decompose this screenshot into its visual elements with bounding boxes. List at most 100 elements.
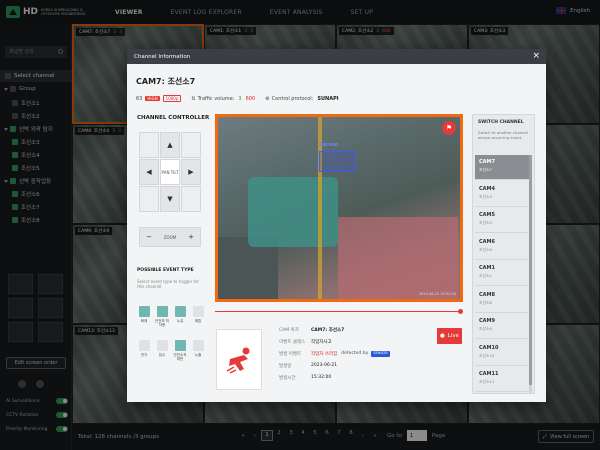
modal-header: Channel Information × (127, 49, 546, 64)
event-info-key: 발생시간 (279, 376, 296, 381)
sensor-badge: SENSOR (371, 351, 390, 357)
switch-channel-name: CAM8 (479, 291, 495, 298)
event-type-icon (192, 306, 204, 317)
live-button[interactable]: ● Live (437, 328, 462, 344)
ptz-down-left-button[interactable] (139, 186, 159, 212)
switch-channel-item[interactable]: CAM9 조선소9 (475, 314, 530, 339)
detected-by-label: detected by (341, 351, 369, 356)
live-label: Live (447, 333, 460, 339)
ptz-down-right-button[interactable] (181, 186, 201, 212)
person-detection-label: Person (319, 142, 339, 148)
zoom-out-button[interactable]: − (140, 233, 158, 241)
progress-fill (215, 311, 459, 312)
event-type-icon (138, 340, 150, 351)
event-type-option[interactable]: 안전수칙 위반 (173, 340, 187, 361)
event-type-option[interactable]: 누출 (191, 340, 205, 357)
event-type-option[interactable]: 침수 (155, 340, 169, 357)
switch-channel-name: CAM5 (479, 212, 495, 218)
switch-channel-sub: 조선소8 (479, 299, 492, 305)
event-type-option[interactable]: 안전모 미착용 (155, 306, 169, 327)
close-icon[interactable]: × (532, 52, 540, 61)
event-info-key: CAM 위치 (279, 328, 299, 333)
switch-channel-name: CAM10 (479, 344, 499, 351)
video-progress-bar[interactable] (215, 309, 463, 314)
channel-information-modal: Channel Information × CAM7: 조선소7 63 HIGH… (127, 49, 546, 402)
switch-channel-item[interactable]: CAM4 조선소4 (475, 182, 530, 207)
ptz-up-right-button[interactable] (181, 132, 201, 158)
camera-meta: 63 HIGH 1080p ⇅ Traffic volume: 3 600 ⚙ … (136, 95, 339, 102)
protocol-icon: ⚙ (265, 95, 270, 102)
ptz-down-button[interactable]: ▼ (160, 186, 180, 212)
event-info-row: 발생일 2023-06-21 (279, 363, 337, 369)
switch-channel-sub: 조선소9 (479, 326, 492, 331)
meta-prefix: 63 (136, 95, 143, 102)
event-type-option[interactable]: 화재 (137, 306, 151, 323)
person-detection-box (319, 151, 355, 172)
switch-channel-item[interactable]: CAM5 조선소5 (475, 208, 530, 233)
modal-title: Channel Information (134, 53, 191, 60)
event-type-label: 누유 (176, 319, 184, 323)
event-info-key: 이벤트 클래스 (279, 340, 306, 345)
switch-channel-sub: 조선소11 (479, 379, 495, 384)
event-type-option[interactable]: 매립 (191, 306, 205, 323)
event-type-label: 침수 (158, 353, 166, 357)
ptz-up-button[interactable]: ▲ (160, 132, 180, 158)
ptz-right-button[interactable]: ▶ (181, 159, 201, 185)
ptz-controller: ▲ ◀ PAN TILT ▶ ▼ (139, 132, 201, 212)
event-type-icon (156, 340, 168, 351)
switch-channel-item[interactable]: CAM10 조선소10 (475, 341, 530, 366)
switch-channel-subtitle: Switch to another channel whose occurrin… (478, 130, 528, 140)
event-info-key: 발생일 (279, 364, 292, 369)
video-timestamp: 2023-06-21 15:32:00 (418, 292, 456, 296)
traffic-red-value: 600 (245, 95, 256, 102)
switch-channel-item[interactable]: CAM6 조선소6 (475, 235, 530, 260)
ptz-left-button[interactable]: ◀ (139, 159, 159, 185)
event-info-value: 2023-06-21 (311, 363, 338, 368)
event-type-label: 화재 (140, 319, 148, 323)
event-type-option[interactable]: 누유 (173, 306, 187, 323)
alert-icon[interactable]: ⚑ (442, 121, 456, 135)
switch-channel-sub: 조선소5 (479, 220, 492, 225)
event-type-label: 누출 (194, 353, 202, 357)
event-info-key: 발생 이벤트 (279, 352, 302, 357)
live-dot-icon: ● (439, 333, 445, 339)
switch-channel-item[interactable]: CAM8 조선소8 (475, 288, 530, 313)
event-info-row: 발생시간 15:32:00 (279, 375, 331, 381)
traffic-green-value: 3 (238, 95, 242, 102)
event-info-row: CAM 위치 CAM7: 조선소7 (279, 327, 344, 333)
ptz-pan-tilt-label: PAN TILT (160, 159, 180, 185)
switch-channel-item[interactable]: CAM11 조선소11 (475, 367, 530, 392)
switch-scrollbar[interactable] (529, 155, 532, 393)
event-type-label: 안전모 미착용 (155, 319, 169, 327)
switch-channel-sub: 조선소10 (479, 352, 495, 358)
event-type-label: 안전수칙 위반 (173, 353, 187, 361)
switch-channel-sub: 조선소7 (479, 167, 492, 172)
switch-channel-name: CAM1 (479, 265, 495, 271)
video-floor (338, 217, 458, 299)
zoom-in-button[interactable]: + (182, 233, 200, 241)
switch-channel-item[interactable]: CAM1 조선소1 (475, 261, 530, 286)
event-type-title: POSSIBLE EVENT TYPE (137, 268, 194, 273)
event-type-subtitle: Select event type to trigger for this ch… (137, 279, 200, 289)
switch-channel-item[interactable]: CAM7 조선소7 (475, 155, 530, 180)
event-type-icon (174, 306, 186, 317)
worker-fall-icon (226, 347, 250, 374)
protocol-label: Control protocol: (271, 95, 314, 102)
camera-video[interactable]: Person ⚑ 2023-06-21 15:32:00 (215, 114, 463, 302)
event-type-icon (156, 306, 168, 317)
camera-title: CAM7: 조선소7 (136, 77, 196, 86)
progress-handle[interactable] (458, 309, 463, 314)
switch-channel-name: CAM7 (479, 159, 495, 165)
ptz-up-left-button[interactable] (139, 132, 159, 158)
event-info-value: 작업자사고 (311, 340, 332, 345)
event-type-option[interactable]: 연기 (137, 340, 151, 357)
switch-channel-name: CAM4 (479, 185, 495, 192)
event-type-label: 연기 (140, 353, 148, 357)
event-info-row: 발생 이벤트 작업자 쓰러짐 detected by SENSOR (279, 351, 390, 357)
switch-channel-panel: SWITCH CHANNEL Switch to another channel… (472, 114, 535, 394)
event-type-icon (174, 340, 186, 351)
event-type-icon (192, 340, 204, 351)
switch-scroll-thumb[interactable] (529, 155, 532, 385)
zoom-control: − ZOOM + (139, 227, 201, 247)
event-info-value: 15:32:00 (311, 375, 332, 380)
